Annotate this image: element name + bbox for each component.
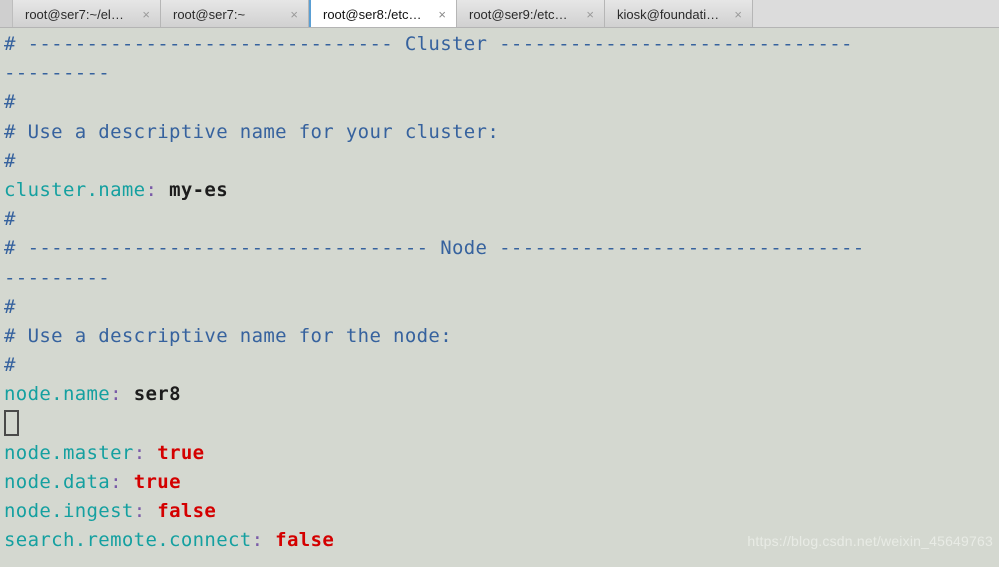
terminal-tab-2[interactable]: root@ser8:/etc… × <box>309 0 457 27</box>
watermark-text: https://blog.csdn.net/weixin_45649763 <box>747 533 993 549</box>
close-icon[interactable]: × <box>732 8 744 21</box>
terminal-line-comment: # Use a descriptive name for your cluste… <box>4 120 500 143</box>
close-icon[interactable]: × <box>436 8 448 21</box>
tab-list: root@ser7:~/el… × root@ser7:~ × root@ser8:/e… <box>13 0 753 27</box>
setting-key: node.data <box>4 470 111 493</box>
text-cursor <box>4 410 19 437</box>
terminal-line-comment: # <box>4 208 16 231</box>
setting-value: my-es <box>169 178 229 201</box>
setting-key: search.remote.connect <box>4 529 252 552</box>
terminal-line-comment: # <box>4 295 16 318</box>
terminal-line-setting: node.ingest: false <box>4 497 999 526</box>
terminal-tab-3[interactable]: root@ser9:/etc… × <box>457 0 605 27</box>
terminal-line-comment: # <box>4 91 16 114</box>
setting-key: node.master <box>4 441 134 464</box>
terminal-line-setting: node.data: true <box>4 468 999 497</box>
setting-colon: : <box>133 500 146 522</box>
setting-key: cluster.name <box>4 178 146 201</box>
setting-colon: : <box>133 441 146 464</box>
close-icon[interactable]: × <box>140 8 152 21</box>
terminal-line-setting: node.master: true <box>4 439 999 468</box>
setting-value: false <box>157 500 217 522</box>
terminal-screen[interactable]: # ------------------------------- Cluste… <box>4 30 999 555</box>
setting-value: ser8 <box>133 383 181 406</box>
setting-value: false <box>275 529 335 552</box>
terminal-line-comment: --------- <box>4 62 111 85</box>
setting-key: node.name <box>4 383 111 406</box>
terminal-line-comment: --------- <box>4 266 111 289</box>
terminal-line-comment: # <box>4 149 16 172</box>
tab-label: root@ser7:~ <box>173 6 246 22</box>
terminal-tab-1[interactable]: root@ser7:~ × <box>161 0 309 27</box>
setting-key: node.ingest <box>4 500 134 522</box>
setting-colon: : <box>110 383 122 406</box>
tab-label: root@ser7:~/el… <box>25 6 124 22</box>
terminal-line-cursor <box>4 409 999 438</box>
terminal-window[interactable]: # ------------------------------- Cluste… <box>0 28 999 567</box>
tab-bar: root@ser7:~/el… × root@ser7:~ × root@ser8:/e… <box>0 0 999 28</box>
terminal-tab-0[interactable]: root@ser7:~/el… × <box>13 0 161 27</box>
tab-bar-left-edge <box>0 0 13 27</box>
tab-label: root@ser9:/etc… <box>469 6 568 22</box>
terminal-line-comment: # ------------------------------- Cluste… <box>4 33 853 55</box>
close-icon[interactable]: × <box>584 8 596 21</box>
setting-colon: : <box>110 470 122 493</box>
tab-label: kiosk@foundati… <box>617 6 720 22</box>
setting-colon: : <box>251 529 264 552</box>
terminal-tab-4[interactable]: kiosk@foundati… × <box>605 0 753 27</box>
close-icon[interactable]: × <box>288 8 300 21</box>
setting-value: true <box>133 470 181 493</box>
terminal-line-comment: # Use a descriptive name for the node: <box>4 324 452 347</box>
tab-label: root@ser8:/etc… <box>323 6 422 22</box>
terminal-line-setting: cluster.name: my-es <box>4 176 999 205</box>
setting-colon: : <box>145 178 158 201</box>
terminal-line-comment: # ---------------------------------- Nod… <box>4 237 865 260</box>
terminal-line-setting: node.name: ser8 <box>4 380 999 409</box>
setting-value: true <box>157 441 205 464</box>
terminal-line-comment: # <box>4 354 16 377</box>
